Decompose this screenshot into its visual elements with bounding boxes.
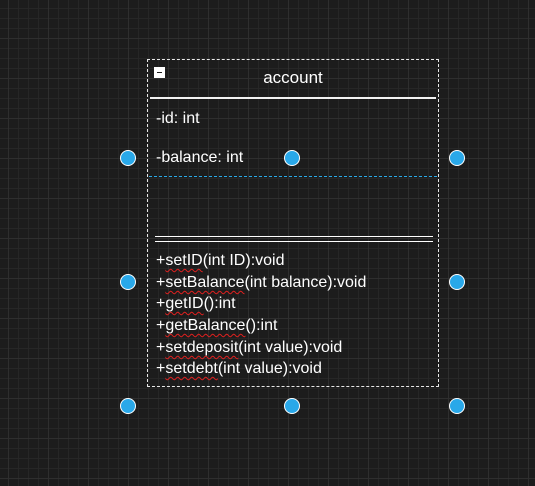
method-name: setID	[165, 252, 203, 269]
method-signature: (int value):void	[217, 360, 322, 377]
method-setdebt[interactable]: +setdebt(int value):void	[156, 359, 322, 379]
class-name[interactable]: account	[148, 68, 438, 88]
method-setbalance[interactable]: +setBalance(int balance):void	[156, 273, 366, 293]
attribute-balance[interactable]: -balance: int	[156, 148, 243, 168]
resize-handle-top-left[interactable]	[120, 150, 136, 166]
method-prefix: +	[156, 295, 166, 312]
method-prefix: +	[156, 317, 166, 334]
diagram-canvas[interactable]: account -id: int -balance: int +setID(in…	[0, 0, 535, 486]
method-name: setBalance	[165, 274, 245, 291]
methods-divider-top	[155, 236, 433, 237]
method-signature: (int value):void	[238, 339, 343, 356]
title-divider	[150, 97, 436, 99]
method-name: setdebt	[165, 360, 218, 377]
method-getbalance[interactable]: +getBalance():int	[156, 316, 277, 336]
method-prefix: +	[156, 252, 166, 269]
method-prefix: +	[156, 360, 166, 377]
resize-handle-bottom-center[interactable]	[284, 398, 300, 414]
method-setdeposit[interactable]: +setdeposit(int value):void	[156, 338, 342, 358]
methods-divider-bottom	[155, 241, 433, 242]
resize-handle-bottom-left[interactable]	[120, 398, 136, 414]
method-signature: (int balance):void	[244, 274, 367, 291]
method-signature: (int ID):void	[202, 252, 285, 269]
method-getid[interactable]: +getID():int	[156, 294, 236, 314]
resize-handle-bottom-right[interactable]	[449, 398, 465, 414]
resize-handle-middle-right[interactable]	[449, 274, 465, 290]
uml-class-account[interactable]: account -id: int -balance: int +setID(in…	[147, 59, 439, 387]
method-signature: ():int	[245, 317, 278, 334]
method-setid[interactable]: +setID(int ID):void	[156, 251, 284, 271]
method-name: getID	[165, 295, 204, 312]
attribute-id[interactable]: -id: int	[156, 109, 200, 129]
resize-handle-top-center[interactable]	[284, 150, 300, 166]
method-signature: ():int	[203, 295, 236, 312]
method-name: setdeposit	[165, 339, 239, 356]
method-prefix: +	[156, 274, 166, 291]
method-prefix: +	[156, 339, 166, 356]
resize-handle-top-right[interactable]	[449, 150, 465, 166]
resize-handle-middle-left[interactable]	[120, 274, 136, 290]
attributes-divider	[149, 176, 437, 177]
method-name: getBalance	[165, 317, 246, 334]
